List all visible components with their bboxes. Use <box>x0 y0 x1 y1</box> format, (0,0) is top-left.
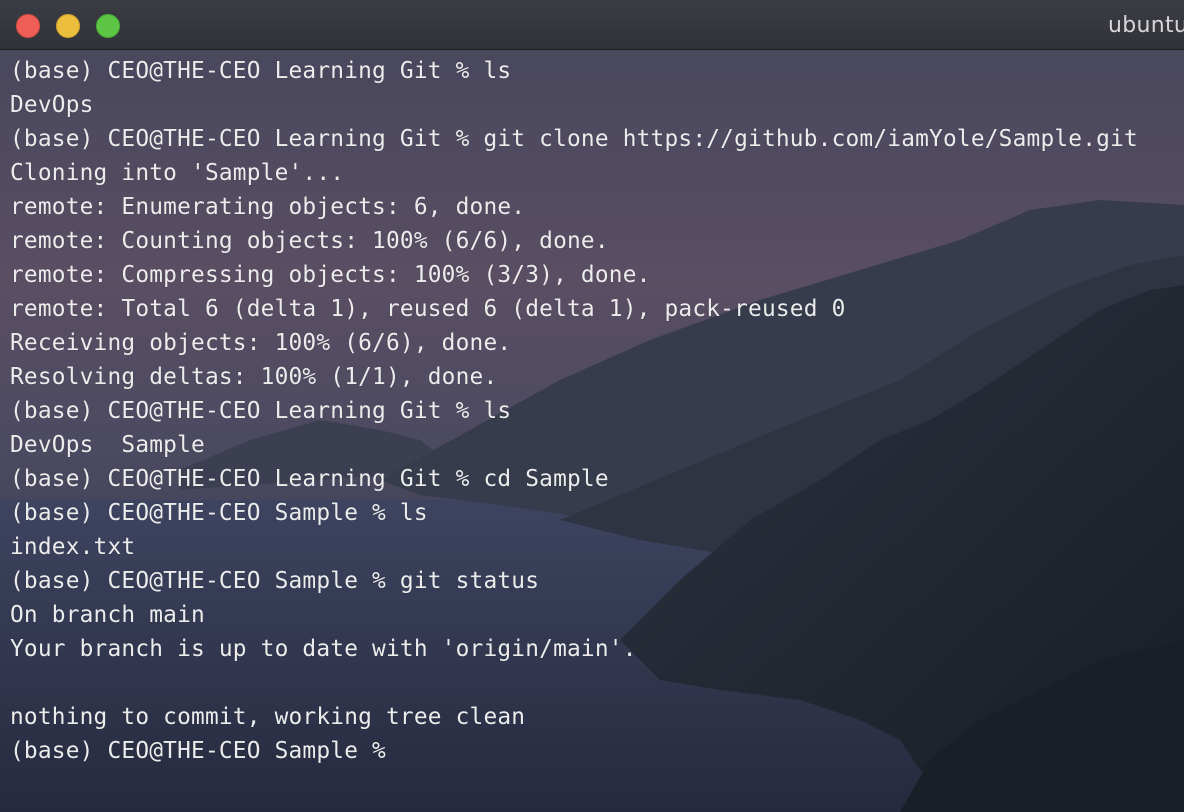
terminal-line: (base) CEO@THE-CEO Learning Git % cd Sam… <box>10 466 609 492</box>
terminal-line: remote: Counting objects: 100% (6/6), do… <box>10 228 609 254</box>
terminal-line: (base) CEO@THE-CEO Sample % ls <box>10 500 428 526</box>
terminal-line: Cloning into 'Sample'... <box>10 160 345 186</box>
terminal-line: Resolving deltas: 100% (1/1), done. <box>10 364 498 390</box>
terminal-output[interactable]: (base) CEO@THE-CEO Learning Git % ls Dev… <box>10 54 1180 768</box>
terminal-line: (base) CEO@THE-CEO Learning Git % ls <box>10 58 512 84</box>
terminal-line: (base) CEO@THE-CEO Learning Git % ls <box>10 398 512 424</box>
terminal-prompt-line[interactable]: (base) CEO@THE-CEO Sample % <box>10 734 1180 768</box>
terminal-window: ubuntu (base) CEO@THE-CEO Learning Git %… <box>0 0 1184 812</box>
terminal-line: Your branch is up to date with 'origin/m… <box>10 636 637 662</box>
terminal-line: (base) CEO@THE-CEO Learning Git % git cl… <box>10 126 1138 152</box>
terminal-line: remote: Compressing objects: 100% (3/3),… <box>10 262 651 288</box>
terminal-line: remote: Total 6 (delta 1), reused 6 (del… <box>10 296 846 322</box>
terminal-line: remote: Enumerating objects: 6, done. <box>10 194 526 220</box>
terminal-line: index.txt <box>10 534 136 560</box>
terminal-line: nothing to commit, working tree clean <box>10 704 526 730</box>
terminal-line: DevOps <box>10 92 94 118</box>
terminal-line: Receiving objects: 100% (6/6), done. <box>10 330 512 356</box>
terminal-line: On branch main <box>10 602 205 628</box>
window-title: ubuntu <box>1108 13 1184 38</box>
minimize-window-button[interactable] <box>56 14 80 38</box>
close-window-button[interactable] <box>16 14 40 38</box>
zoom-window-button[interactable] <box>96 14 120 38</box>
terminal-line: (base) CEO@THE-CEO Sample % git status <box>10 568 540 594</box>
title-bar[interactable]: ubuntu <box>0 0 1184 50</box>
terminal-line: DevOps Sample <box>10 432 205 458</box>
